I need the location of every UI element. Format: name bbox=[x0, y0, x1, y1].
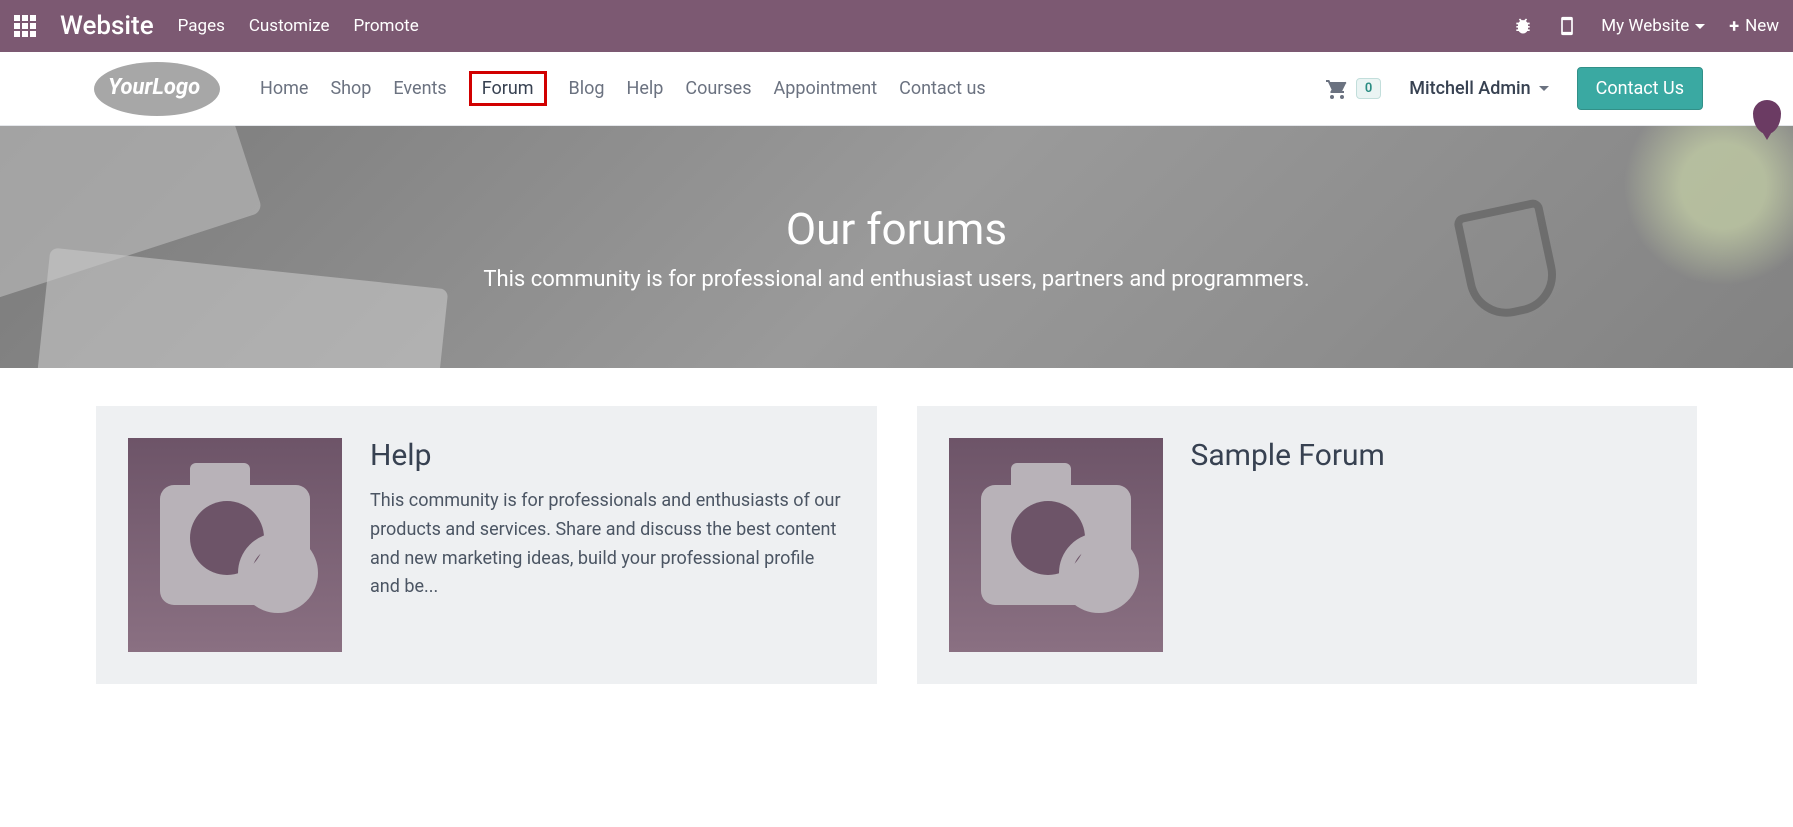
forum-cards-row: Help This community is for professionals… bbox=[0, 368, 1793, 722]
nav-help[interactable]: Help bbox=[627, 74, 664, 103]
card-title: Sample Forum bbox=[1191, 438, 1385, 473]
camera-icon bbox=[981, 485, 1131, 605]
apps-icon[interactable] bbox=[14, 15, 36, 37]
promote-link[interactable]: Promote bbox=[354, 16, 419, 36]
site-logo[interactable]: YourLogo bbox=[94, 69, 220, 109]
nav-courses[interactable]: Courses bbox=[685, 74, 751, 103]
nav-events[interactable]: Events bbox=[393, 74, 446, 103]
cart-icon bbox=[1324, 77, 1350, 101]
app-brand[interactable]: Website bbox=[60, 11, 154, 41]
topbar-left: Website Pages Customize Promote bbox=[14, 11, 419, 41]
card-title: Help bbox=[370, 438, 845, 473]
caret-down-icon bbox=[1695, 24, 1705, 29]
mobile-icon[interactable] bbox=[1557, 16, 1577, 36]
my-website-label: My Website bbox=[1601, 16, 1689, 36]
contact-us-button[interactable]: Contact Us bbox=[1577, 67, 1703, 110]
card-body: Sample Forum bbox=[1191, 438, 1385, 652]
card-body: Help This community is for professionals… bbox=[370, 438, 845, 652]
bug-icon[interactable] bbox=[1513, 16, 1533, 36]
navbar-right: 0 Mitchell Admin Contact Us bbox=[1324, 67, 1703, 110]
nav-contact-us[interactable]: Contact us bbox=[899, 74, 986, 103]
card-image-placeholder bbox=[128, 438, 342, 652]
top-admin-bar: Website Pages Customize Promote My Websi… bbox=[0, 0, 1793, 52]
cart-button[interactable]: 0 bbox=[1324, 77, 1381, 101]
new-label: New bbox=[1745, 16, 1779, 36]
nav-home[interactable]: Home bbox=[260, 74, 308, 103]
customize-link[interactable]: Customize bbox=[249, 16, 330, 36]
user-name: Mitchell Admin bbox=[1409, 78, 1530, 99]
hero-subtitle: This community is for professional and e… bbox=[483, 267, 1309, 292]
topbar-right: My Website + New bbox=[1513, 16, 1779, 37]
card-image-placeholder bbox=[949, 438, 1163, 652]
card-description: This community is for professionals and … bbox=[370, 487, 845, 602]
hero-title: Our forums bbox=[786, 203, 1007, 255]
forum-card[interactable]: Help This community is for professionals… bbox=[96, 406, 877, 684]
plus-icon: + bbox=[1729, 16, 1739, 37]
my-website-dropdown[interactable]: My Website bbox=[1601, 16, 1705, 36]
hero-banner: Our forums This community is for profess… bbox=[0, 126, 1793, 368]
new-button[interactable]: + New bbox=[1729, 16, 1779, 37]
nav-blog[interactable]: Blog bbox=[569, 74, 605, 103]
user-menu[interactable]: Mitchell Admin bbox=[1409, 78, 1548, 99]
nav-items: Home Shop Events Forum Blog Help Courses… bbox=[260, 71, 986, 106]
caret-down-icon bbox=[1539, 86, 1549, 91]
nav-forum[interactable]: Forum bbox=[469, 71, 547, 106]
nav-appointment[interactable]: Appointment bbox=[774, 74, 878, 103]
camera-icon bbox=[160, 485, 310, 605]
site-navbar: YourLogo Home Shop Events Forum Blog Hel… bbox=[0, 52, 1793, 126]
nav-shop[interactable]: Shop bbox=[330, 74, 371, 103]
forum-card[interactable]: Sample Forum bbox=[917, 406, 1698, 684]
pages-link[interactable]: Pages bbox=[178, 16, 225, 36]
cart-badge: 0 bbox=[1356, 78, 1381, 99]
